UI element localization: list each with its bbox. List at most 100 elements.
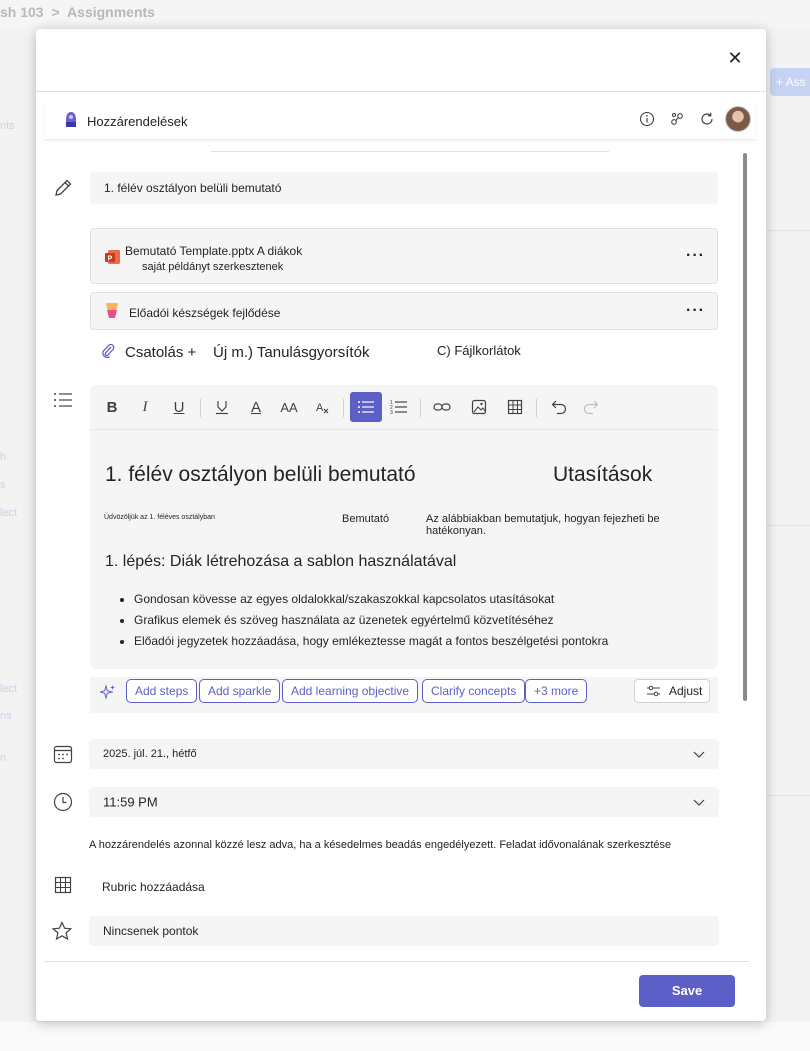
clear-format-icon[interactable]: A (312, 396, 334, 418)
svg-text:3: 3 (390, 410, 393, 415)
clock-icon (53, 792, 73, 812)
add-learning-objective-chip[interactable]: Add learning objective (282, 679, 419, 703)
more-options-icon[interactable]: ··· (686, 247, 705, 265)
undo-icon[interactable] (548, 396, 570, 418)
bg-divider (765, 525, 810, 526)
calendar-icon (53, 745, 73, 764)
header-divider (211, 151, 609, 152)
bullet-list-icon[interactable] (350, 392, 382, 422)
bg-divider (765, 795, 810, 796)
info-icon[interactable] (639, 111, 655, 127)
presentation-label: Bemutató (342, 513, 390, 525)
bg-left-text: lect (0, 683, 18, 695)
toolbar-separator (343, 399, 344, 417)
background-assign-button: + Ass (770, 68, 810, 96)
background-bottom (0, 1022, 810, 1051)
refresh-icon[interactable] (699, 111, 715, 127)
doc-title: 1. félév osztályon belüli bemutató (105, 463, 416, 486)
new-accelerators-button[interactable]: Új m.) Tanulásgyorsítók (213, 344, 369, 361)
more-suggestions-chip[interactable]: +3 more (525, 679, 588, 703)
bg-left-text: h (0, 451, 7, 463)
sparkle-icon (100, 684, 115, 700)
instructions-editor[interactable]: B I U A AA A 123 1. félév osztályon belü… (90, 385, 718, 669)
bg-divider (765, 230, 810, 231)
reading-progress-icon (106, 303, 118, 318)
due-date-dropdown[interactable]: 2025. júl. 21., hétfő (89, 739, 719, 769)
attach-button[interactable]: Csatolás + (125, 344, 196, 361)
chevron-down-icon (693, 751, 705, 758)
breadcrumb-assignments: Assignments (67, 4, 155, 20)
add-rubric-button[interactable]: Rubric hozzáadása (102, 880, 205, 894)
adjust-label: Adjust (669, 684, 703, 698)
attachment-pptx[interactable]: P Bemutató Template.pptx A diákok saját … (90, 228, 718, 284)
font-color-icon[interactable]: A (245, 396, 267, 418)
points-value: Nincsenek pontok (103, 924, 199, 938)
bg-left-text: s (0, 479, 6, 491)
clarify-concepts-chip[interactable]: Clarify concepts (422, 679, 526, 703)
table-icon[interactable] (504, 396, 526, 418)
description-text: Az alábbiakban bemutatjuk, hogyan fejezh… (426, 513, 660, 537)
add-steps-chip[interactable]: Add steps (126, 679, 198, 703)
pencil-icon (55, 179, 72, 196)
highlight-icon[interactable] (211, 396, 233, 418)
link-icon[interactable] (431, 396, 453, 418)
list-item: Gondosan kövesse az egyes oldalokkal/sza… (134, 589, 608, 610)
due-time-dropdown[interactable]: 11:59 PM (89, 787, 719, 817)
close-icon[interactable]: ✕ (726, 49, 744, 67)
attachment-permission: saját példányt szerkesztenek (142, 261, 284, 273)
toolbar-separator (200, 399, 201, 417)
step-heading: 1. lépés: Diák létrehozása a sablon hasz… (105, 553, 457, 570)
grid-icon (54, 876, 72, 894)
welcome-text: Üdvözöljük az 1. féléves osztályban (104, 514, 215, 521)
editor-toolbar: B I U A AA A 123 (90, 385, 718, 430)
due-date-value: 2025. júl. 21., hétfő (103, 748, 197, 760)
svg-text:A: A (316, 402, 324, 414)
attachment-reading-progress[interactable]: Előadói készségek fejlődése ··· (90, 292, 718, 330)
doc-instructions-heading: Utasítások (553, 463, 653, 486)
bg-left-text: nts (0, 120, 15, 132)
redo-icon[interactable] (580, 396, 602, 418)
bold-button[interactable]: B (101, 396, 123, 418)
star-icon (51, 921, 73, 941)
breadcrumb-separator: > (51, 4, 60, 20)
save-button[interactable]: Save (639, 975, 735, 1007)
image-icon[interactable] (468, 396, 490, 418)
due-time-value: 11:59 PM (103, 794, 158, 810)
card-header: Hozzárendelések (44, 101, 756, 140)
scrollbar[interactable] (743, 153, 747, 701)
chevron-down-icon (693, 799, 705, 806)
paperclip-icon (102, 343, 115, 359)
avatar[interactable] (725, 106, 751, 132)
background-breadcrumb: sh 103 > Assignments (0, 4, 159, 20)
file-limits-text: C) Fájlkorlátok (437, 343, 521, 358)
adjust-button[interactable]: Adjust (634, 679, 710, 703)
underline-button[interactable]: U (168, 396, 190, 418)
add-sparkle-chip[interactable]: Add sparkle (199, 679, 281, 703)
attachment-title: Előadói készségek fejlődése (129, 306, 281, 320)
assignments-app-icon (66, 112, 76, 127)
numbered-list-icon[interactable]: 123 (388, 396, 410, 418)
ai-suggestions-row: Add steps Add sparkle Add learning objec… (90, 677, 718, 713)
list-item: Grafikus elemek és szöveg használata az … (134, 610, 608, 631)
font-size-icon[interactable]: AA (278, 396, 300, 418)
instruction-bullets: Gondosan kövesse az egyes oldalokkal/sza… (116, 589, 608, 652)
title-value: 1. félév osztályon belüli bemutató (104, 181, 282, 195)
toolbar-separator (420, 399, 421, 417)
app-title: Hozzárendelések (87, 114, 188, 129)
svg-text:P: P (108, 256, 113, 263)
toolbar-separator (536, 399, 537, 417)
bg-left-text: lect (0, 507, 18, 519)
more-options-icon[interactable]: ··· (686, 302, 705, 320)
share-icon[interactable] (669, 111, 685, 127)
bg-left-text: n (0, 752, 7, 764)
sliders-icon (647, 685, 660, 697)
publish-note[interactable]: A hozzárendelés azonnal közzé lesz adva,… (89, 839, 671, 851)
attachment-filename: Bemutató Template.pptx A diákok (125, 244, 303, 258)
italic-button[interactable]: I (134, 396, 156, 418)
assignment-dialog: ✕ Hozzárendelések 1. félév osztályon bel… (36, 29, 766, 1021)
points-field[interactable]: Nincsenek pontok (89, 916, 719, 946)
bg-left-text: ns (0, 710, 12, 722)
title-field[interactable]: 1. félév osztályon belüli bemutató (90, 172, 718, 204)
list-item: Előadói jegyzetek hozzáadása, hogy emlék… (134, 631, 608, 652)
footer-divider (44, 961, 749, 962)
